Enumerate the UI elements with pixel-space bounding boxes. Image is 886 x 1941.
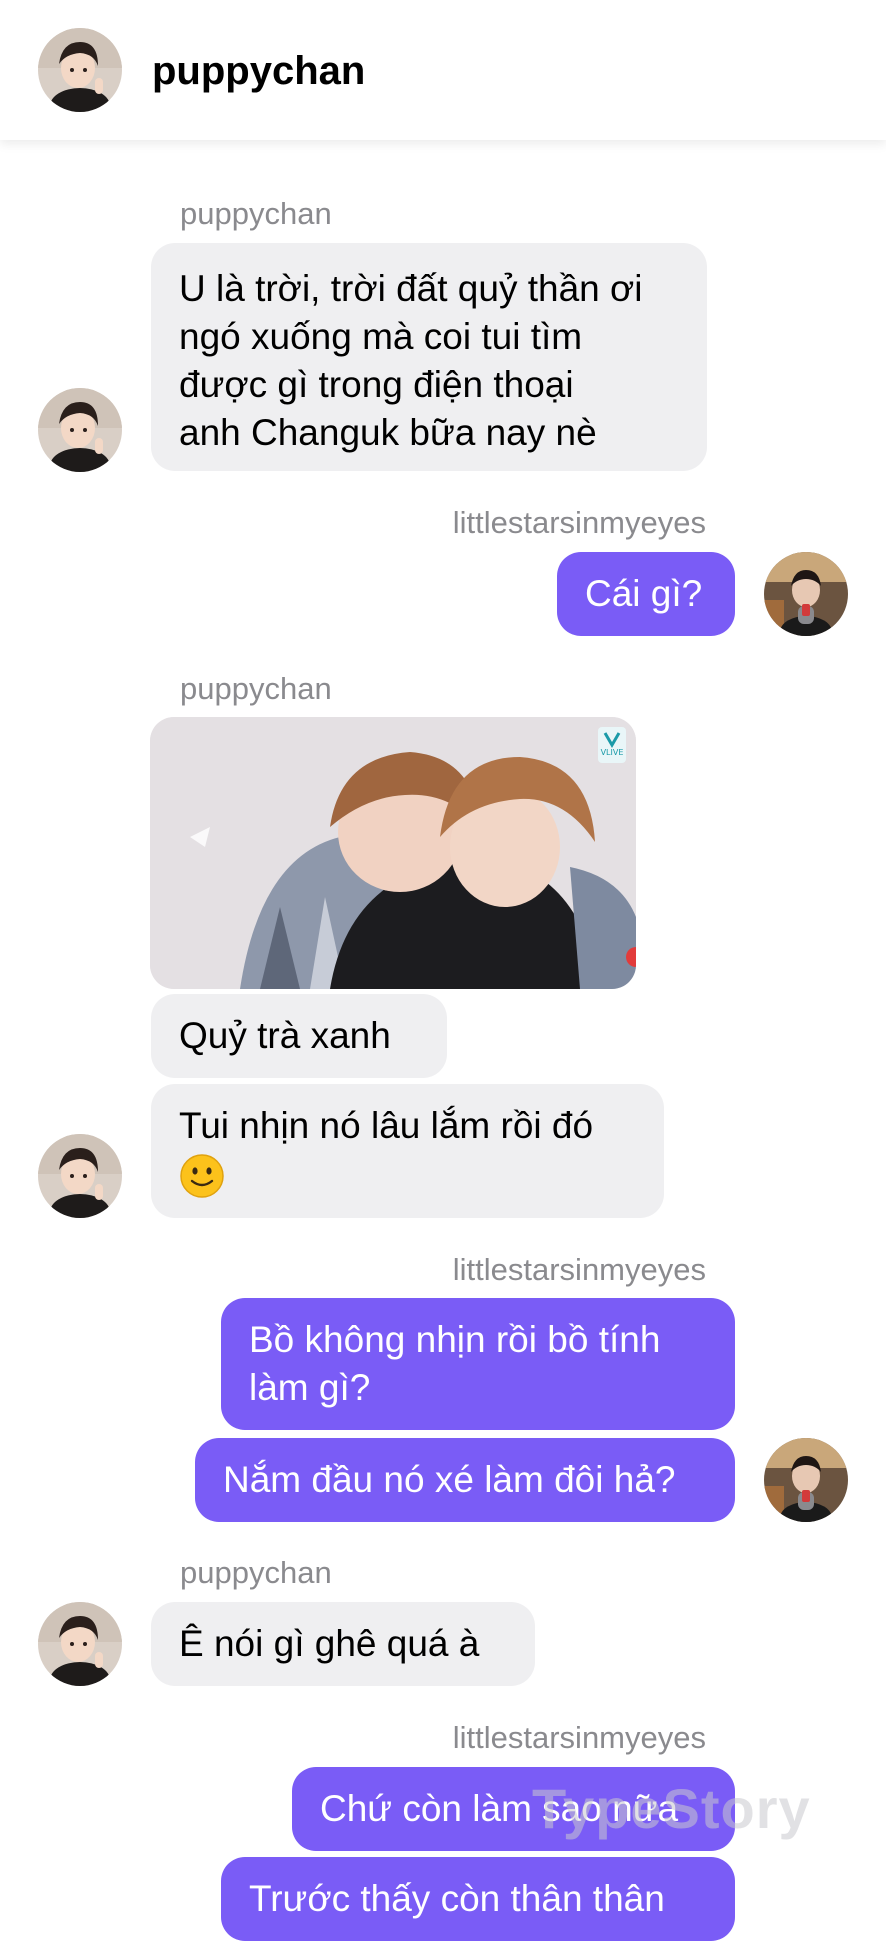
message-line: làm gì? bbox=[249, 1367, 371, 1408]
chat-header: puppychan bbox=[0, 0, 886, 140]
slightly-smiling-face-emoji bbox=[180, 1154, 224, 1198]
message-bubble-outgoing[interactable]: Cái gì? bbox=[557, 552, 735, 636]
sender-avatar[interactable] bbox=[764, 1438, 848, 1522]
message-bubble-outgoing[interactable]: Trước thấy còn thân thân bbox=[221, 1857, 735, 1941]
vlive-badge: VLIVE bbox=[601, 748, 624, 757]
message-line: ngó xuống mà coi tui tìm bbox=[179, 316, 583, 357]
message-line: U là trời, trời đất quỷ thần ơi bbox=[179, 268, 643, 309]
message-bubble-incoming[interactable]: Tui nhịn nó lâu lắm rồi đó bbox=[151, 1084, 664, 1218]
message-bubble-incoming[interactable]: Ê nói gì ghê quá à bbox=[151, 1602, 535, 1686]
message-line: Bồ không nhịn rồi bồ tính bbox=[249, 1319, 661, 1360]
message-line: anh Changuk bữa nay nè bbox=[179, 412, 597, 453]
message-bubble-incoming[interactable]: Quỷ trà xanh bbox=[151, 994, 447, 1078]
sender-name: littlestarsinmyeyes bbox=[452, 505, 706, 540]
sender-name: puppychan bbox=[180, 196, 332, 231]
message-bubble-incoming[interactable]: U là trời, trời đất quỷ thần ơi ngó xuốn… bbox=[151, 243, 707, 471]
message-line bbox=[179, 1150, 636, 1199]
sender-avatar[interactable] bbox=[38, 1602, 122, 1686]
message-bubble-outgoing[interactable]: Nắm đầu nó xé làm đôi hả? bbox=[195, 1438, 735, 1522]
message-line: được gì trong điện thoại bbox=[179, 364, 574, 405]
chat-title[interactable]: puppychan bbox=[152, 48, 365, 94]
sender-name: littlestarsinmyeyes bbox=[452, 1720, 706, 1755]
message-line: Tui nhịn nó lâu lắm rồi đó bbox=[179, 1105, 594, 1146]
shared-photo[interactable]: VLIVE bbox=[150, 717, 636, 989]
sender-avatar[interactable] bbox=[764, 552, 848, 636]
sender-name: puppychan bbox=[180, 1555, 332, 1590]
contact-avatar[interactable] bbox=[38, 28, 122, 112]
typestory-watermark: TypeStory bbox=[532, 1777, 811, 1840]
sender-avatar[interactable] bbox=[38, 388, 122, 472]
sender-avatar[interactable] bbox=[38, 1134, 122, 1218]
sender-name: puppychan bbox=[180, 671, 332, 706]
sender-name: littlestarsinmyeyes bbox=[452, 1252, 706, 1287]
message-bubble-outgoing[interactable]: Bồ không nhịn rồi bồ tính làm gì? bbox=[221, 1298, 735, 1430]
